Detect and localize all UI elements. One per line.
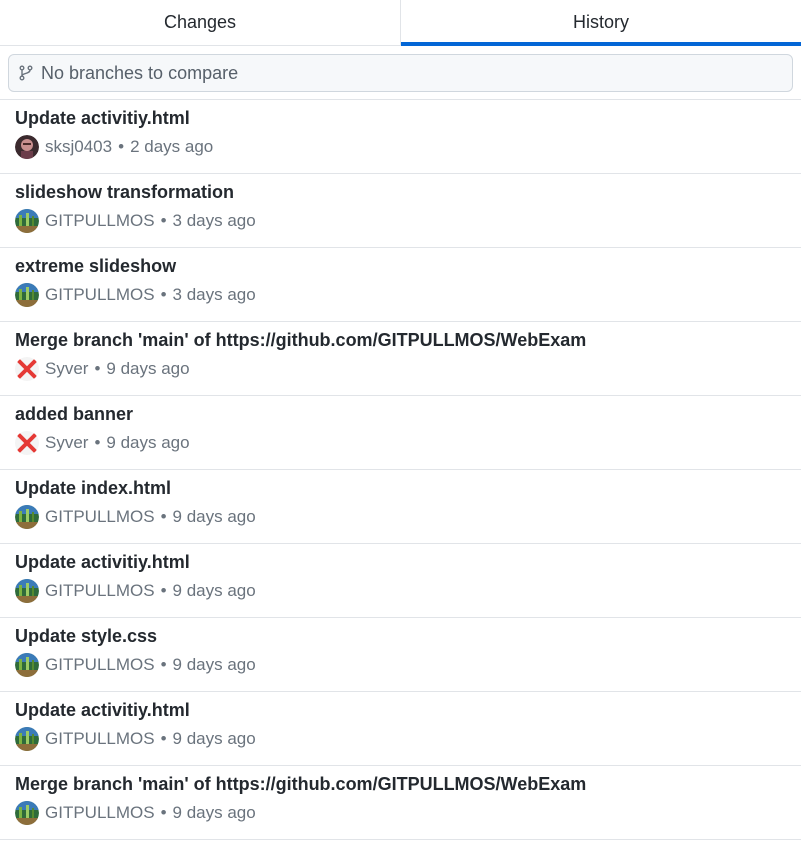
commit-time: 9 days ago — [172, 803, 256, 822]
meta-separator: • — [160, 285, 167, 304]
author-avatar — [15, 801, 39, 825]
author-avatar — [15, 431, 39, 455]
commit-meta: GITPULLMOS • 3 days ago — [15, 209, 801, 233]
commit-time: 2 days ago — [130, 137, 214, 156]
compare-bar: No branches to compare — [0, 46, 801, 100]
meta-separator: • — [94, 433, 101, 452]
commit-time: 9 days ago — [106, 359, 190, 378]
commit-item[interactable]: Merge branch 'main' of https://github.co… — [0, 766, 801, 840]
commit-summary: Update style.css — [15, 626, 158, 646]
meta-separator: • — [118, 137, 125, 156]
commit-time: 9 days ago — [172, 729, 256, 748]
branch-compare-input[interactable]: No branches to compare — [8, 54, 793, 92]
commit-time: 3 days ago — [172, 211, 256, 230]
tab-bar: Changes History — [0, 0, 801, 46]
commit-meta: Syver • 9 days ago — [15, 357, 801, 381]
commit-summary: Merge branch 'main' of https://github.co… — [15, 774, 587, 794]
compare-placeholder: No branches to compare — [41, 62, 239, 83]
commit-meta: GITPULLMOS • 9 days ago — [15, 579, 801, 603]
author-avatar — [15, 505, 39, 529]
commit-meta: Syver • 9 days ago — [15, 431, 801, 455]
commit-item[interactable]: added banner Syver • 9 days ago — [0, 396, 801, 470]
commit-meta: GITPULLMOS • 3 days ago — [15, 283, 801, 307]
commit-author: GITPULLMOS — [45, 285, 155, 304]
commit-meta: GITPULLMOS • 9 days ago — [15, 653, 801, 677]
commit-item[interactable]: Update activitiy.html sksj0403 • 2 days ago — [0, 100, 801, 174]
meta-separator: • — [160, 729, 167, 748]
author-avatar — [15, 727, 39, 751]
commit-time: 9 days ago — [106, 433, 190, 452]
tab-history[interactable]: History — [401, 0, 801, 46]
commit-author: GITPULLMOS — [45, 211, 155, 230]
commit-time: 9 days ago — [172, 655, 256, 674]
commit-list: Update activitiy.html sksj0403 • 2 days ago… — [0, 100, 801, 840]
commit-author: GITPULLMOS — [45, 729, 155, 748]
git-branch-icon — [19, 65, 33, 81]
author-avatar — [15, 357, 39, 381]
commit-author: GITPULLMOS — [45, 803, 155, 822]
commit-meta: GITPULLMOS • 9 days ago — [15, 505, 801, 529]
author-avatar — [15, 283, 39, 307]
commit-meta: GITPULLMOS • 9 days ago — [15, 801, 801, 825]
commit-item[interactable]: Update style.css GITPULLMOS • 9 days ago — [0, 618, 801, 692]
author-avatar — [15, 653, 39, 677]
commit-item[interactable]: extreme slideshow GITPULLMOS • 3 days ago — [0, 248, 801, 322]
meta-separator: • — [160, 507, 167, 526]
meta-separator: • — [94, 359, 101, 378]
meta-separator: • — [160, 803, 167, 822]
commit-summary: added banner — [15, 404, 134, 424]
commit-author: Syver — [45, 433, 89, 452]
commit-author: sksj0403 — [45, 137, 113, 156]
commit-summary: Merge branch 'main' of https://github.co… — [15, 330, 587, 350]
commit-item[interactable]: Update index.html GITPULLMOS • 9 days ago — [0, 470, 801, 544]
commit-summary: Update activitiy.html — [15, 552, 190, 572]
meta-separator: • — [160, 581, 167, 600]
commit-summary: slideshow transformation — [15, 182, 235, 202]
commit-summary: Update index.html — [15, 478, 172, 498]
author-avatar — [15, 209, 39, 233]
commit-meta: sksj0403 • 2 days ago — [15, 135, 801, 159]
commit-item[interactable]: Update activitiy.html GITPULLMOS • 9 days a… — [0, 692, 801, 766]
tab-changes[interactable]: Changes — [0, 0, 401, 45]
author-avatar — [15, 135, 39, 159]
commit-summary: extreme slideshow — [15, 256, 177, 276]
commit-meta: GITPULLMOS • 9 days ago — [15, 727, 801, 751]
commit-item[interactable]: Update activitiy.html GITPULLMOS • 9 days a… — [0, 544, 801, 618]
commit-time: 9 days ago — [172, 507, 256, 526]
meta-separator: • — [160, 211, 167, 230]
commit-summary: Update activitiy.html — [15, 700, 190, 720]
commit-author: GITPULLMOS — [45, 655, 155, 674]
commit-time: 9 days ago — [172, 581, 256, 600]
commit-item[interactable]: Merge branch 'main' of https://github.co… — [0, 322, 801, 396]
commit-item[interactable]: slideshow transformation GITPULLMOS • 3 day… — [0, 174, 801, 248]
author-avatar — [15, 579, 39, 603]
commit-author: GITPULLMOS — [45, 581, 155, 600]
commit-time: 3 days ago — [172, 285, 256, 304]
commit-author: Syver — [45, 359, 89, 378]
commit-summary: Update activitiy.html — [15, 108, 190, 128]
commit-author: GITPULLMOS — [45, 507, 155, 526]
meta-separator: • — [160, 655, 167, 674]
